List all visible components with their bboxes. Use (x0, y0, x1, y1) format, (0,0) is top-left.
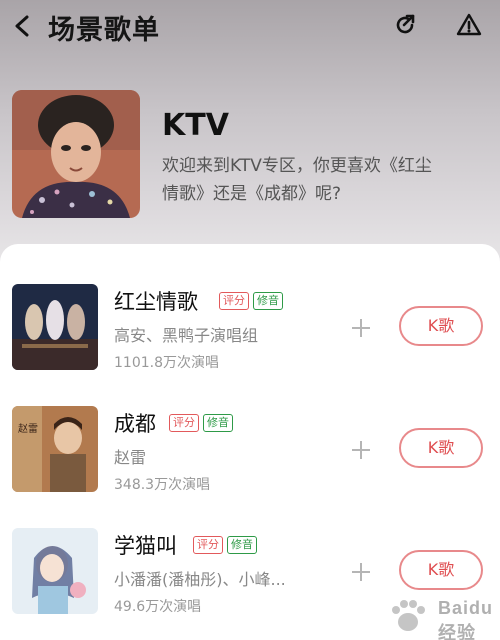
pitch-fix-tag: 修音 (227, 536, 257, 554)
score-tag: 评分 (193, 536, 223, 554)
pitch-fix-tag: 修音 (253, 292, 283, 310)
playlist-cover-image (12, 90, 140, 218)
sing-button[interactable]: K歌 (399, 306, 483, 346)
song-cover-image (12, 284, 98, 370)
pitch-fix-tag: 修音 (203, 414, 233, 432)
paw-icon (392, 600, 425, 631)
playlist-description: 欢迎来到KTV专区，你更喜欢《红尘 情歌》还是《成都》呢? (162, 152, 492, 208)
song-list: 红尘情歌 评分 修音 高安、黑鸭子演唱组 1101.8万次演唱 K歌 赵雷 成都… (0, 244, 500, 640)
svg-text:赵雷: 赵雷 (18, 422, 38, 435)
add-icon[interactable] (350, 439, 372, 461)
song-artist: 小潘潘(潘柚彤)、小峰... (114, 570, 286, 589)
song-row[interactable]: 红尘情歌 评分 修音 高安、黑鸭子演唱组 1101.8万次演唱 K歌 (0, 284, 500, 384)
song-title: 红尘情歌 (114, 290, 198, 314)
playlist-title: KTV (162, 108, 229, 143)
song-cover-image (12, 528, 98, 614)
chevron-left-icon[interactable] (12, 14, 34, 38)
song-cover-image: 赵雷 (12, 406, 98, 492)
sing-button[interactable]: K歌 (399, 428, 483, 468)
score-tag: 评分 (219, 292, 249, 310)
watermark-text: Baidu 经验 (438, 598, 494, 640)
page-title: 场景歌单 (48, 15, 160, 46)
song-play-count: 1101.8万次演唱 (114, 355, 219, 371)
song-title: 成都 (114, 412, 156, 436)
song-row[interactable]: 赵雷 成都 评分 修音 赵雷 348.3万次演唱 K歌 (0, 406, 500, 506)
song-artist: 高安、黑鸭子演唱组 (114, 326, 259, 345)
header-bar: 场景歌单 (0, 0, 500, 52)
description-line-2: 情歌》还是《成都》呢? (162, 184, 342, 204)
song-play-count: 348.3万次演唱 (114, 477, 211, 493)
song-artist: 赵雷 (114, 448, 147, 467)
song-play-count: 49.6万次演唱 (114, 599, 202, 615)
baidu-watermark: Baidu 经验 (380, 592, 500, 640)
add-icon[interactable] (350, 561, 372, 583)
warning-icon[interactable] (456, 12, 482, 38)
share-icon[interactable] (392, 12, 418, 38)
score-tag: 评分 (169, 414, 199, 432)
add-icon[interactable] (350, 317, 372, 339)
description-line-1: 欢迎来到KTV专区，你更喜欢《红尘 (162, 156, 432, 176)
sing-button[interactable]: K歌 (399, 550, 483, 590)
song-title: 学猫叫 (114, 534, 177, 558)
